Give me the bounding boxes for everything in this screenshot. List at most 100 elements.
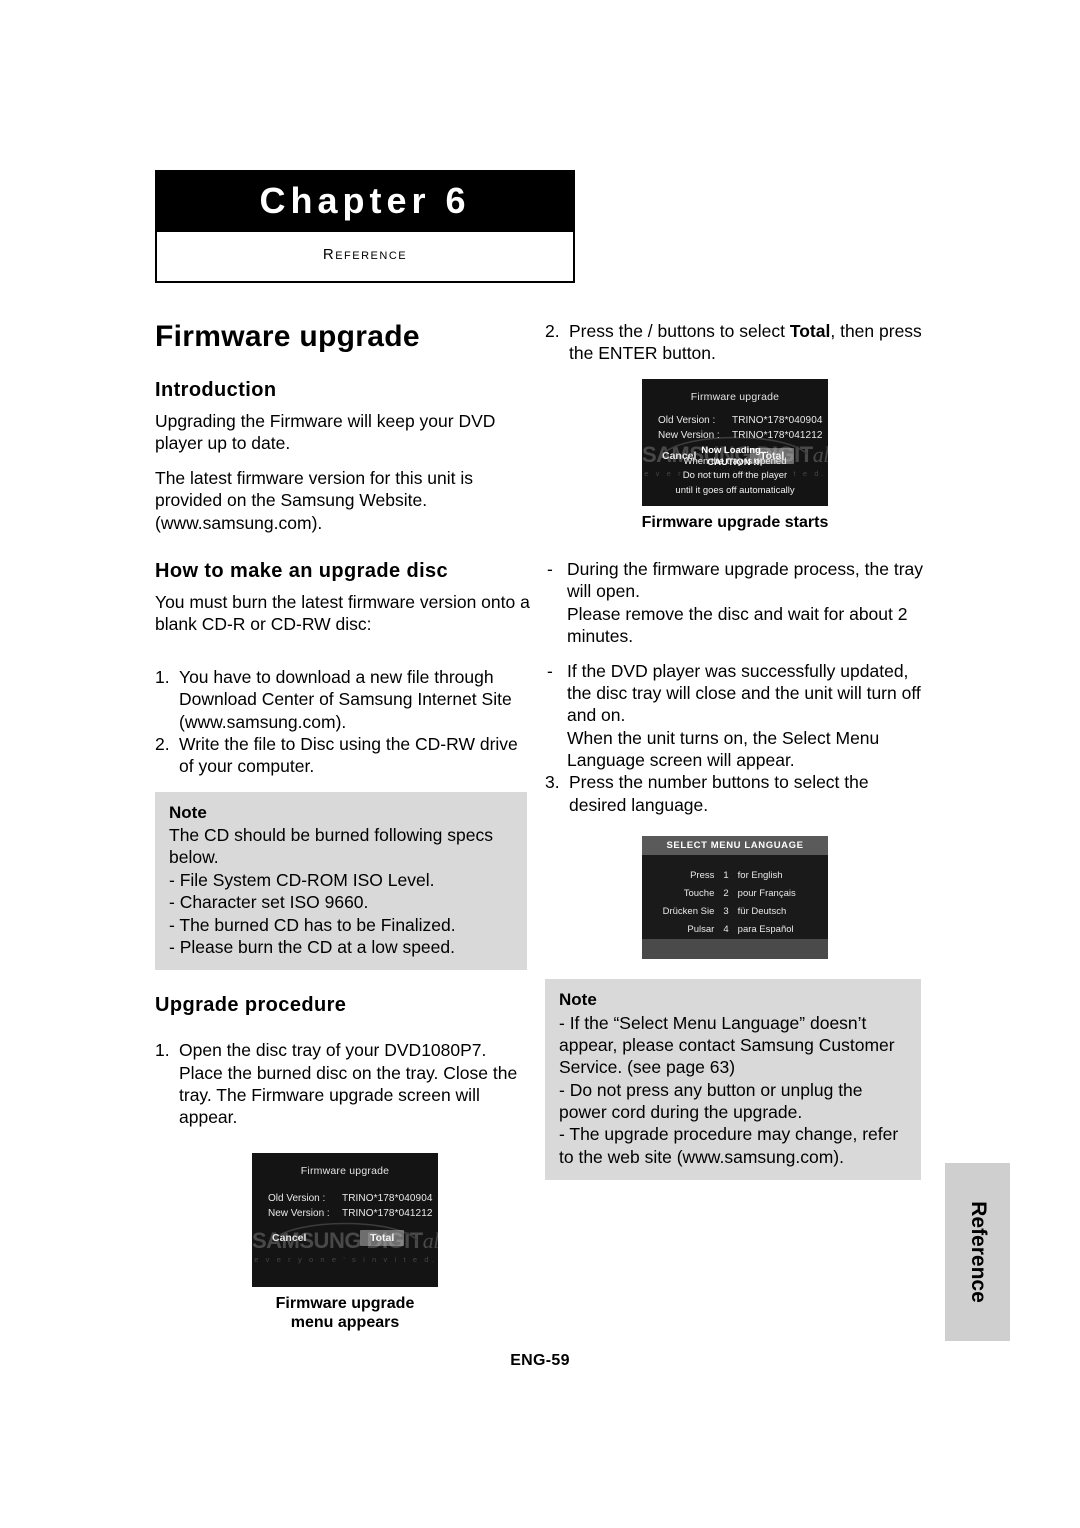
osd-old-version-label: Old Version : xyxy=(268,1192,326,1204)
note-intro: The CD should be burned following specs … xyxy=(169,824,493,868)
osd-old-version-value: TRINO*178*040904 xyxy=(732,414,823,426)
note-item: - The upgrade procedure may change, refe… xyxy=(559,1124,899,1167)
table-row[interactable]: Press 1 for English xyxy=(663,867,808,885)
step-2-text-middle: buttons to select xyxy=(657,321,790,341)
list-text: During the firmware upgrade process, the… xyxy=(567,558,923,647)
language-name: für Deutsch xyxy=(737,905,787,917)
osd-language-header: SELECT MENU LANGUAGE xyxy=(642,836,828,856)
language-number: 4 xyxy=(723,923,729,935)
table-row[interactable]: Touche 2 pour Français xyxy=(663,885,808,903)
list-item: - If the DVD player was successfully upd… xyxy=(545,660,925,772)
figure-caption: Firmware upgrade menu appears xyxy=(276,1294,415,1332)
figure-firmware-menu: Firmware upgrade Old Version : TRINO*178*… xyxy=(155,1152,535,1332)
note-box-right: Note - If the “Select Menu Language” doe… xyxy=(545,979,921,1181)
osd-old-version-row: Old Version : TRINO*178*040904 xyxy=(268,1191,438,1207)
note-item: - If the “Select Menu Language” doesn’t … xyxy=(559,1012,895,1078)
note-item: - File System CD-ROM ISO Level. xyxy=(169,869,435,890)
osd-language-footer-bar xyxy=(642,939,828,960)
osd-new-version-row: New Version : TRINO*178*041212 xyxy=(268,1206,438,1222)
osd-caution-line: until it goes off automatically xyxy=(675,484,795,496)
list-text: Press the number buttons to select the d… xyxy=(569,772,869,815)
language-verb: Drücken Sie xyxy=(662,905,715,917)
osd-select-menu-language-screen: SELECT MENU LANGUAGE Press 1 for English… xyxy=(642,836,828,960)
osd-firmware-upgrade-screen: Firmware upgrade Old Version : TRINO*178*… xyxy=(252,1152,438,1287)
language-number: 3 xyxy=(723,905,729,917)
language-number: 1 xyxy=(723,870,729,882)
upgrade-notes-list: - During the firmware upgrade process, t… xyxy=(545,558,925,772)
page-title: Firmware upgrade xyxy=(155,320,420,353)
osd-title: Firmware upgrade xyxy=(300,1164,390,1177)
figure-select-menu-language: SELECT MENU LANGUAGE Press 1 for English… xyxy=(545,836,925,960)
language-name: para Español xyxy=(737,923,794,935)
osd-caution-message: When the tray is opened Do not turn off … xyxy=(642,455,828,498)
note-item: - The burned CD has to be Finalized. xyxy=(169,914,456,935)
step-2-emphasis: Total xyxy=(789,321,831,341)
heading-introduction: Introduction xyxy=(155,379,277,401)
osd-cancel-button[interactable]: Cancel xyxy=(272,1232,306,1244)
list-text: Open the disc tray of your DVD1080P7. Pl… xyxy=(179,1040,518,1128)
list-marker: - xyxy=(547,558,553,579)
table-row[interactable]: Pulsar 4 para Español xyxy=(663,921,808,939)
osd-title: Firmware upgrade xyxy=(690,390,780,403)
note-item: - Character set ISO 9660. xyxy=(169,892,369,913)
note-box-left: Note The CD should be burned following s… xyxy=(155,791,527,971)
osd-firmware-upgrade-progress-screen: Firmware upgrade Old Version : TRINO*178*… xyxy=(642,378,828,506)
step-2-block: 2. Press the / buttons to select Total, … xyxy=(545,320,925,365)
side-tab-label: Reference xyxy=(966,1201,990,1303)
step-2-text-before: Press the xyxy=(569,321,648,341)
note-item: - Please burn the CD at a low speed. xyxy=(169,936,455,957)
step-3-block: 3. Press the number buttons to select th… xyxy=(545,771,925,816)
list-marker: 3. xyxy=(545,772,560,793)
note-label: Note xyxy=(169,802,207,822)
note-label: Note xyxy=(559,990,597,1010)
manual-page: Chapter 6 Reference Firmware upgrade Int… xyxy=(0,0,1080,1528)
osd-new-version-value: TRINO*178*041212 xyxy=(342,1208,433,1220)
list-item: 2. Write the file to Disc using the CD-R… xyxy=(155,733,535,778)
figure-caption-line-1: Firmware upgrade xyxy=(275,1294,415,1312)
watermark-line-2: e v e r y o n e ' s i n v i t e d. xyxy=(254,1254,436,1264)
heading-upgrade-procedure: Upgrade procedure xyxy=(155,994,347,1017)
osd-old-version-row: Old Version : TRINO*178*040904 xyxy=(658,413,828,429)
upgrade-disc-steps: 1. You have to download a new file throu… xyxy=(155,666,535,778)
figure-caption-line-2: menu appears xyxy=(290,1314,400,1332)
osd-total-button[interactable]: Total xyxy=(360,1229,405,1246)
osd-version-block: Old Version : TRINO*178*040904 New Versio… xyxy=(642,413,828,444)
language-verb: Touche xyxy=(683,888,715,900)
chapter-header-box: Chapter 6 Reference xyxy=(155,170,575,283)
language-number: 2 xyxy=(723,888,729,900)
heading-upgrade-disc: How to make an upgrade disc xyxy=(155,559,449,582)
figure-firmware-starts: Firmware upgrade Old Version : TRINO*178*… xyxy=(545,378,925,532)
page-number: ENG-59 xyxy=(510,1352,570,1369)
chapter-section-label: Reference xyxy=(322,246,408,263)
osd-new-version-row: New Version : TRINO*178*041212 xyxy=(658,428,828,444)
list-item: 2. Press the / buttons to select Total, … xyxy=(545,320,925,365)
chapter-section-name: Reference xyxy=(157,232,573,281)
osd-button-row: Cancel Total xyxy=(252,1229,438,1250)
list-text: You have to download a new file through … xyxy=(179,666,512,732)
list-item: - During the firmware upgrade process, t… xyxy=(545,558,925,648)
upgrade-disc-paragraph: You must burn the latest firmware versio… xyxy=(155,591,530,635)
osd-old-version-label: Old Version : xyxy=(658,414,716,426)
step-2-keys: / xyxy=(647,321,658,341)
left-column: Firmware upgrade Introduction Upgrading … xyxy=(155,320,535,1332)
table-row[interactable]: Drücken Sie 3 für Deutsch xyxy=(663,903,808,921)
language-name: for English xyxy=(737,870,783,882)
figure-caption: Firmware upgrade starts xyxy=(641,513,829,531)
list-item: 1. Open the disc tray of your DVD1080P7.… xyxy=(155,1039,535,1129)
list-item: 1. You have to download a new file throu… xyxy=(155,666,535,733)
list-marker: 1. xyxy=(155,666,170,687)
intro-paragraph-1: Upgrading the Firmware will keep your DV… xyxy=(155,411,496,454)
intro-paragraph-2: The latest firmware version for this uni… xyxy=(155,467,474,533)
list-text: If the DVD player was successfully updat… xyxy=(567,660,921,771)
list-marker: 2. xyxy=(545,321,560,341)
list-marker: - xyxy=(547,660,553,681)
list-text: Write the file to Disc using the CD-RW d… xyxy=(179,733,518,777)
osd-new-version-label: New Version : xyxy=(268,1208,330,1220)
side-tab-reference: Reference xyxy=(945,1163,1010,1341)
language-name: pour Français xyxy=(737,888,796,900)
language-verb: Press xyxy=(690,870,715,882)
osd-version-block: Old Version : TRINO*178*040904 New Versio… xyxy=(252,1191,438,1222)
right-column: 2. Press the / buttons to select Total, … xyxy=(545,320,925,1181)
osd-new-version-value: TRINO*178*041212 xyxy=(732,430,823,442)
list-item: 3. Press the number buttons to select th… xyxy=(545,771,925,816)
